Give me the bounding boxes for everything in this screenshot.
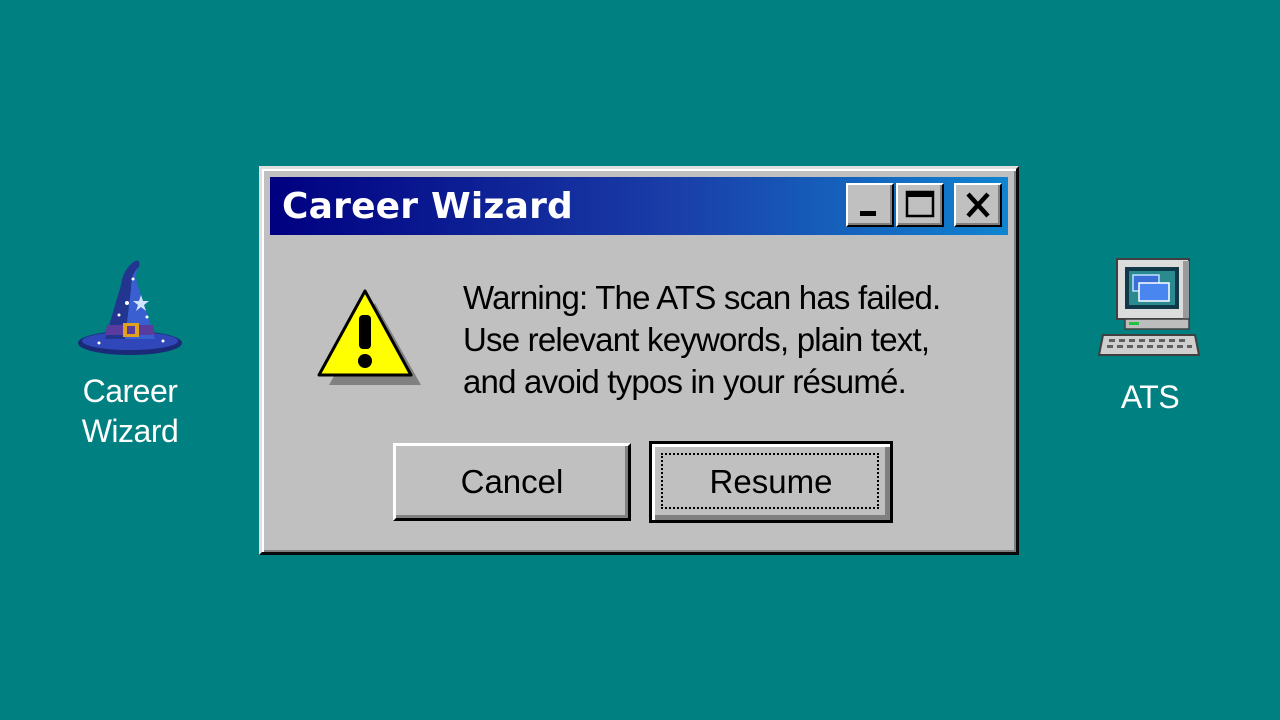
warning-icon [317, 289, 421, 385]
maximize-icon [905, 190, 935, 218]
close-icon [966, 192, 990, 218]
desktop-icon-label-line1: Career [82, 373, 178, 409]
desktop-icon-label-line2: Wizard [81, 413, 179, 449]
wizard-hat-icon [78, 260, 182, 355]
message-line: Warning: The ATS scan has failed. [463, 279, 941, 316]
resume-button-label: Resume [709, 463, 833, 500]
desktop-icon-label: ATS [1120, 379, 1180, 415]
computer-icon [1097, 258, 1201, 356]
title-bar-buttons [844, 183, 1002, 227]
message-line: Use relevant keywords, plain text, [463, 321, 930, 358]
desktop-icon-career-wizard[interactable]: Career Wizard [60, 255, 200, 451]
minimize-button[interactable] [846, 183, 894, 227]
warning-message: Warning: The ATS scan has failed. Use re… [463, 277, 941, 403]
maximize-button[interactable] [896, 183, 944, 227]
career-wizard-dialog: Career Wizard Warning: The ATS scan has … [259, 166, 1019, 555]
desktop-icon-label: Career Wizard [60, 371, 200, 451]
message-line: and avoid typos in your résumé. [463, 363, 907, 400]
cancel-button[interactable]: Cancel [393, 443, 631, 521]
minimize-icon [860, 211, 876, 216]
resume-button[interactable]: Resume [649, 441, 893, 523]
window-title: Career Wizard [282, 185, 574, 227]
cancel-button-label: Cancel [460, 463, 564, 500]
desktop-icon-ats[interactable]: ATS [1090, 255, 1210, 417]
close-button[interactable] [954, 183, 1002, 227]
title-bar[interactable]: Career Wizard [270, 177, 1008, 235]
